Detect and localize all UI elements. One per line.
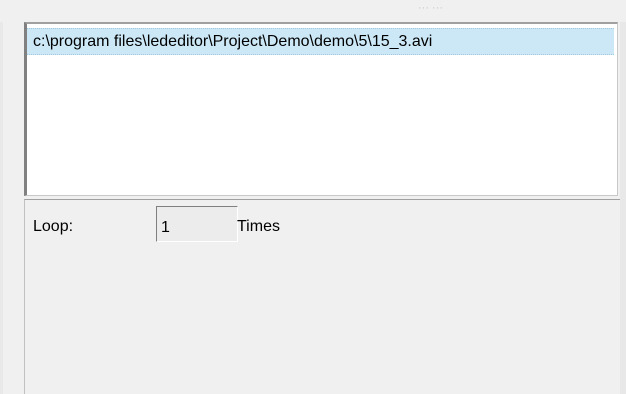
file-list[interactable]: c:\program files\lededitor\Project\Demo\…: [24, 22, 618, 196]
loop-label: Loop:: [33, 218, 74, 235]
right-edge: [620, 22, 626, 394]
top-strip: ··· ···: [0, 0, 626, 22]
file-list-item-selected[interactable]: c:\program files\lededitor\Project\Demo\…: [27, 28, 614, 55]
top-faint-text: ··· ···: [418, 2, 444, 14]
times-label: Times: [237, 218, 280, 235]
left-edge: [0, 22, 3, 394]
loop-settings-panel: Loop: Times: [24, 199, 620, 394]
loop-count-input[interactable]: [156, 206, 238, 242]
window: ··· ··· c:\program files\lededitor\Proje…: [0, 0, 626, 394]
